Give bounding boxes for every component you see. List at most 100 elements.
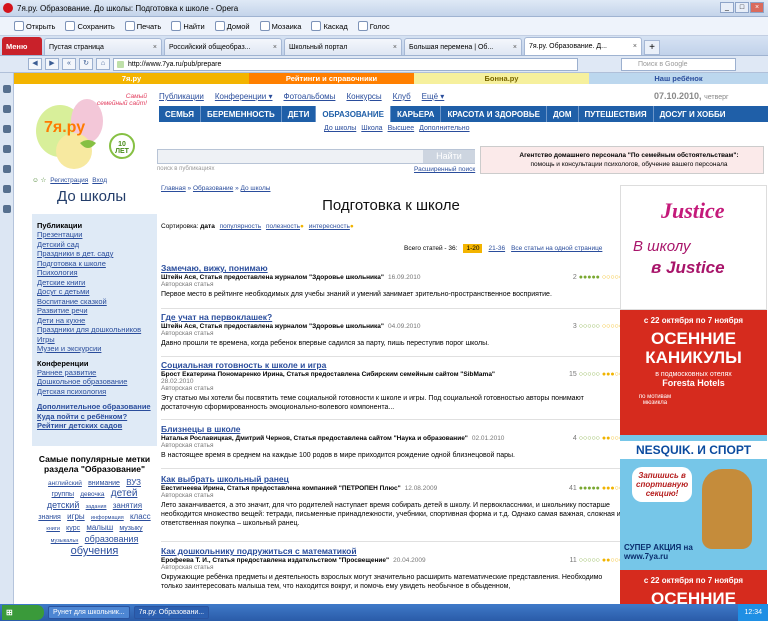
ratings-link[interactable]: Рейтинги и справочники: [249, 73, 414, 84]
page-all[interactable]: Все статьи на одной странице: [511, 245, 602, 252]
tag[interactable]: курс: [66, 525, 80, 532]
menu-item[interactable]: Игры: [37, 335, 152, 345]
home-nav-icon[interactable]: ⌂: [96, 58, 110, 70]
home-button[interactable]: Домой: [214, 21, 250, 31]
url-input[interactable]: http://www.7ya.ru/pub/prepare: [113, 57, 578, 71]
add-panel-icon[interactable]: [3, 205, 11, 213]
agency-banner[interactable]: Агентство домашнего персонала "По семейн…: [480, 146, 764, 174]
bookmarks-panel-icon[interactable]: [3, 85, 11, 93]
nav-education[interactable]: ОБРАЗОВАНИЕ: [316, 106, 391, 122]
subnav-higher[interactable]: Высшее: [388, 125, 415, 132]
menu-item[interactable]: Дети на кухне: [37, 316, 152, 326]
article-title[interactable]: Как выбрать школьный ранец: [161, 474, 289, 484]
taskbar-item-opera[interactable]: 7я.ру. Образовани...: [133, 606, 210, 619]
tag[interactable]: музыку: [119, 525, 142, 532]
maximize-button[interactable]: □: [735, 2, 749, 13]
menu-item[interactable]: Подготовка к школе: [37, 259, 152, 269]
foresta-banner[interactable]: с 22 октября по 7 ноября ОСЕННИЕ КАНИКУЛ…: [620, 310, 767, 435]
widgets-panel-icon[interactable]: [3, 105, 11, 113]
menu-item[interactable]: Детская психология: [37, 387, 152, 397]
links-panel-icon[interactable]: [3, 185, 11, 193]
start-button[interactable]: ⊞: [2, 605, 44, 620]
tag[interactable]: занятия: [113, 501, 142, 510]
sort-by-interest[interactable]: интересность: [309, 223, 350, 230]
nav-pregnancy[interactable]: БЕРЕМЕННОСТЬ: [201, 106, 282, 122]
tag[interactable]: детский: [47, 500, 79, 510]
breadcrumb-home[interactable]: Главная: [161, 185, 186, 192]
tag[interactable]: информация: [91, 515, 124, 521]
downloads-panel-icon[interactable]: [3, 165, 11, 173]
tag[interactable]: игры: [67, 512, 85, 521]
justice-banner[interactable]: Justice В школу в Justice: [620, 185, 767, 310]
back-icon[interactable]: ◀: [28, 58, 42, 70]
article-title[interactable]: Где учат на первоклашек?: [161, 312, 272, 322]
tag[interactable]: группы: [52, 491, 74, 498]
menu-item-extra[interactable]: Дополнительное образование: [37, 402, 152, 412]
nav-children[interactable]: ДЕТИ: [282, 106, 317, 122]
close-tab-icon[interactable]: ×: [153, 44, 157, 51]
close-tab-icon[interactable]: ×: [633, 43, 637, 50]
login-link[interactable]: Вход: [92, 177, 107, 184]
site-7ya-link[interactable]: 7я.ру: [14, 73, 249, 84]
menu-item-extra[interactable]: Куда пойти с ребёнком?: [37, 412, 152, 422]
tag[interactable]: класс: [130, 512, 151, 521]
close-window-button[interactable]: ×: [750, 2, 764, 13]
menu-item[interactable]: Детский сад: [37, 240, 152, 250]
rewind-icon[interactable]: «: [62, 58, 76, 70]
nesquik-banner[interactable]: NESQUIK. И СПОРТ Запишись в спортивную с…: [620, 435, 767, 570]
tag[interactable]: образования: [85, 534, 139, 544]
nav-career[interactable]: КАРЬЕРА: [391, 106, 442, 122]
subnav-additional[interactable]: Дополнительно: [419, 125, 469, 132]
save-button[interactable]: Сохранить: [65, 21, 115, 31]
subnav-school[interactable]: Школа: [361, 125, 382, 132]
menu-item-extra[interactable]: Рейтинг детских садов: [37, 421, 152, 431]
article-title[interactable]: Замечаю, вижу, понимаю: [161, 263, 268, 273]
menu-item[interactable]: Воспитание сказкой: [37, 297, 152, 307]
nav-contests[interactable]: Конкурсы: [346, 92, 381, 101]
history-panel-icon[interactable]: [3, 145, 11, 153]
tab-school-portal[interactable]: Школьный портал ×: [284, 38, 402, 55]
nav-beauty-health[interactable]: КРАСОТА И ЗДОРОВЬЕ: [441, 106, 547, 122]
close-tab-icon[interactable]: ×: [393, 44, 397, 51]
google-search-input[interactable]: Поиск в Google: [621, 57, 736, 71]
forward-icon[interactable]: ▶: [45, 58, 59, 70]
tile-button[interactable]: Мозаика: [259, 21, 301, 31]
opera-menu-button[interactable]: Меню: [2, 37, 42, 55]
article-title[interactable]: Социальная готовность к школе и игра: [161, 360, 326, 370]
taskbar-item-runet[interactable]: Рунет для школьник...: [48, 606, 130, 619]
menu-item[interactable]: Презентации: [37, 230, 152, 240]
subnav-preschool[interactable]: До школы: [324, 125, 356, 132]
tag[interactable]: малыш: [86, 523, 113, 532]
find-button[interactable]: Найти: [171, 21, 205, 31]
tag[interactable]: ВУЗ: [126, 478, 141, 487]
nav-photoalbums[interactable]: Фотоальбомы: [283, 92, 335, 101]
sort-by-date[interactable]: дата: [200, 223, 215, 230]
nav-conferences[interactable]: Конференции ▾: [215, 92, 273, 101]
page-next[interactable]: 21-36: [488, 245, 505, 252]
breadcrumb-education[interactable]: Образование: [193, 185, 233, 192]
menu-item[interactable]: Праздники для дошкольников: [37, 325, 152, 335]
menu-item[interactable]: Развитие речи: [37, 306, 152, 316]
reload-icon[interactable]: ↻: [79, 58, 93, 70]
nav-club[interactable]: Клуб: [393, 92, 411, 101]
minimize-button[interactable]: _: [720, 2, 734, 13]
tab-blank[interactable]: Пустая страница ×: [44, 38, 162, 55]
bonna-link[interactable]: Бонна.ру: [414, 73, 589, 84]
nav-family[interactable]: СЕМЬЯ: [159, 106, 201, 122]
site-logo[interactable]: Самый семейный сайт! 7я.ру 10 ЛЕТ: [32, 91, 152, 186]
nav-more[interactable]: Ещё ▾: [422, 92, 445, 101]
tab-big-break[interactable]: Большая перемена | Об... ×: [404, 38, 522, 55]
tag[interactable]: детей: [111, 488, 138, 499]
menu-item[interactable]: Досуг с детьми: [37, 287, 152, 297]
register-link[interactable]: Регистрация: [50, 177, 88, 184]
sort-by-popularity[interactable]: популярность: [220, 223, 262, 230]
tag[interactable]: обучения: [71, 545, 119, 557]
site-search-input[interactable]: Найти: [157, 149, 475, 164]
tab-7ya-active[interactable]: 7я.ру. Образование. Д... ×: [524, 37, 642, 55]
tag[interactable]: внимание: [88, 480, 120, 487]
tag[interactable]: задания: [86, 504, 107, 510]
notes-panel-icon[interactable]: [3, 125, 11, 133]
nav-publications[interactable]: Публикации: [159, 92, 204, 101]
menu-item[interactable]: Праздники в дет. саду: [37, 249, 152, 259]
tag[interactable]: знания: [38, 514, 61, 521]
